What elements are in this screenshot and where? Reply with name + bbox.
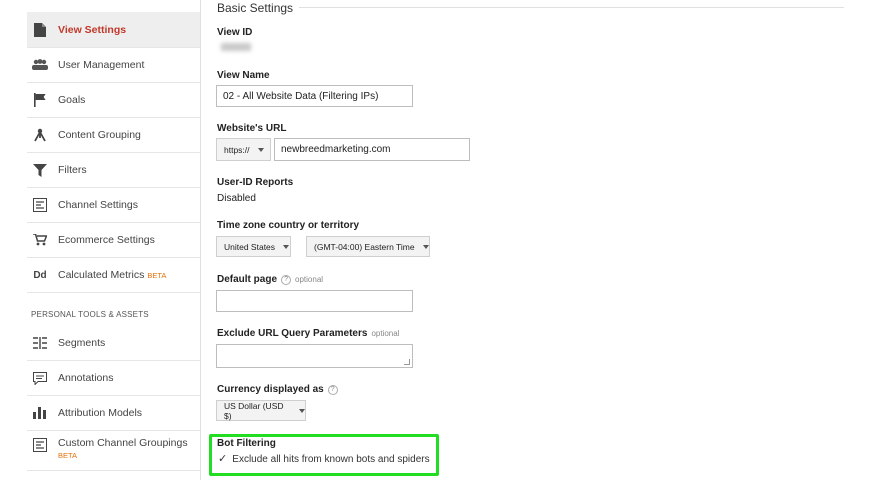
exclude-params-label: Exclude URL Query Parameters optional (217, 328, 399, 339)
segments-icon (32, 335, 48, 351)
annotation-icon (32, 370, 48, 386)
sidebar-item-label: User Management (58, 59, 145, 71)
view-name-input[interactable]: 02 - All Website Data (Filtering IPs) (216, 85, 413, 107)
document-icon (32, 22, 48, 38)
website-url-label: Website's URL (217, 123, 287, 134)
bot-filtering-label: Bot Filtering (217, 438, 276, 449)
cart-icon (32, 232, 48, 248)
chevron-down-icon (283, 244, 290, 249)
optional-hint: optional (295, 275, 324, 284)
chevron-down-icon (422, 244, 429, 249)
calculated-metrics-icon: Dd (33, 269, 47, 281)
country-select[interactable]: United States (216, 236, 291, 257)
sidebar-item-calculated-metrics[interactable]: Dd Calculated Metrics BETA (27, 258, 200, 293)
beta-badge: BETA (147, 270, 167, 280)
sidebar-item-segments[interactable]: Segments (27, 326, 200, 361)
filter-icon (32, 162, 48, 178)
sidebar: View Settings User Management Goals Cont… (0, 0, 202, 480)
optional-hint: optional (371, 329, 400, 338)
sidebar-item-filters[interactable]: Filters (27, 153, 200, 188)
section-divider (299, 7, 844, 8)
website-url-input[interactable]: newbreedmarketing.com (274, 138, 470, 161)
currency-value: US Dollar (USD $) (224, 400, 284, 421)
currency-select[interactable]: US Dollar (USD $) (216, 400, 306, 421)
timezone-value: (GMT-04:00) Eastern Time (314, 241, 415, 252)
view-id-value-redacted (221, 43, 251, 51)
user-id-label: User-ID Reports (217, 177, 294, 188)
sidebar-item-annotations[interactable]: Annotations (27, 361, 200, 396)
help-icon[interactable]: ? (327, 385, 338, 395)
sidebar-item-label: Annotations (58, 372, 114, 384)
website-url-value: newbreedmarketing.com (281, 144, 391, 155)
channel-groupings-icon (32, 437, 48, 453)
bot-filtering-checkbox[interactable]: ✓ Exclude all hits from known bots and s… (218, 452, 430, 465)
chevron-down-icon (299, 408, 305, 413)
flag-icon (32, 92, 48, 108)
sidebar-item-ecommerce-settings[interactable]: Ecommerce Settings (27, 223, 200, 258)
sidebar-item-attribution-models[interactable]: Attribution Models (27, 396, 200, 431)
sidebar-item-label: Attribution Models (58, 407, 143, 419)
sidebar-item-label: Channel Settings (58, 199, 138, 211)
protocol-select[interactable]: https:// (216, 138, 271, 161)
sidebar-item-view-settings[interactable]: View Settings (27, 12, 200, 48)
user-id-value: Disabled (217, 193, 256, 204)
bar-chart-icon (32, 405, 48, 421)
users-icon (32, 57, 48, 73)
sidebar-item-goals[interactable]: Goals (27, 83, 200, 118)
checkmark-icon: ✓ (218, 453, 228, 465)
resize-handle[interactable] (404, 359, 410, 365)
currency-text: Currency displayed as (217, 384, 324, 395)
content-grouping-icon (32, 127, 48, 143)
view-name-value: 02 - All Website Data (Filtering IPs) (223, 90, 379, 102)
sidebar-item-user-management[interactable]: User Management (27, 48, 200, 83)
sidebar-item-label: Custom Channel Groupings (58, 437, 188, 449)
chevron-down-icon (257, 147, 264, 152)
default-page-input[interactable] (216, 290, 413, 312)
view-id-label: View ID (217, 27, 253, 38)
exclude-params-text: Exclude URL Query Parameters (217, 328, 368, 339)
sidebar-item-label: View Settings (58, 23, 127, 36)
sidebar-item-label: Goals (58, 94, 86, 106)
timezone-label: Time zone country or territory (217, 220, 360, 231)
sidebar-item-label: Content Grouping (58, 129, 141, 141)
sidebar-item-label: Calculated Metrics (58, 269, 145, 281)
channel-settings-icon (32, 197, 48, 213)
exclude-params-textarea[interactable] (216, 344, 413, 368)
sidebar-divider (200, 0, 201, 480)
currency-label: Currency displayed as? (217, 384, 338, 395)
country-value: United States (224, 241, 276, 252)
sidebar-item-channel-settings[interactable]: Channel Settings (27, 188, 200, 223)
help-icon[interactable]: ? (281, 275, 292, 285)
sidebar-item-label: Filters (58, 164, 87, 176)
beta-badge: BETA (58, 451, 78, 460)
section-heading: PERSONAL TOOLS & ASSETS (31, 310, 149, 319)
bot-filtering-checkbox-label: Exclude all hits from known bots and spi… (232, 454, 430, 465)
sidebar-item-label: Segments (58, 337, 106, 349)
sidebar-item-label: Ecommerce Settings (58, 234, 155, 246)
sidebar-item-custom-channel-groupings[interactable]: Custom Channel Groupings BETA (27, 431, 200, 471)
default-page-label: Default page? optional (217, 274, 323, 285)
sidebar-item-content-grouping[interactable]: Content Grouping (27, 118, 200, 153)
view-name-label: View Name (217, 70, 270, 81)
section-title: Basic Settings (217, 1, 294, 15)
default-page-text: Default page (217, 274, 278, 285)
protocol-value: https:// (224, 144, 250, 155)
timezone-select[interactable]: (GMT-04:00) Eastern Time (306, 236, 430, 257)
